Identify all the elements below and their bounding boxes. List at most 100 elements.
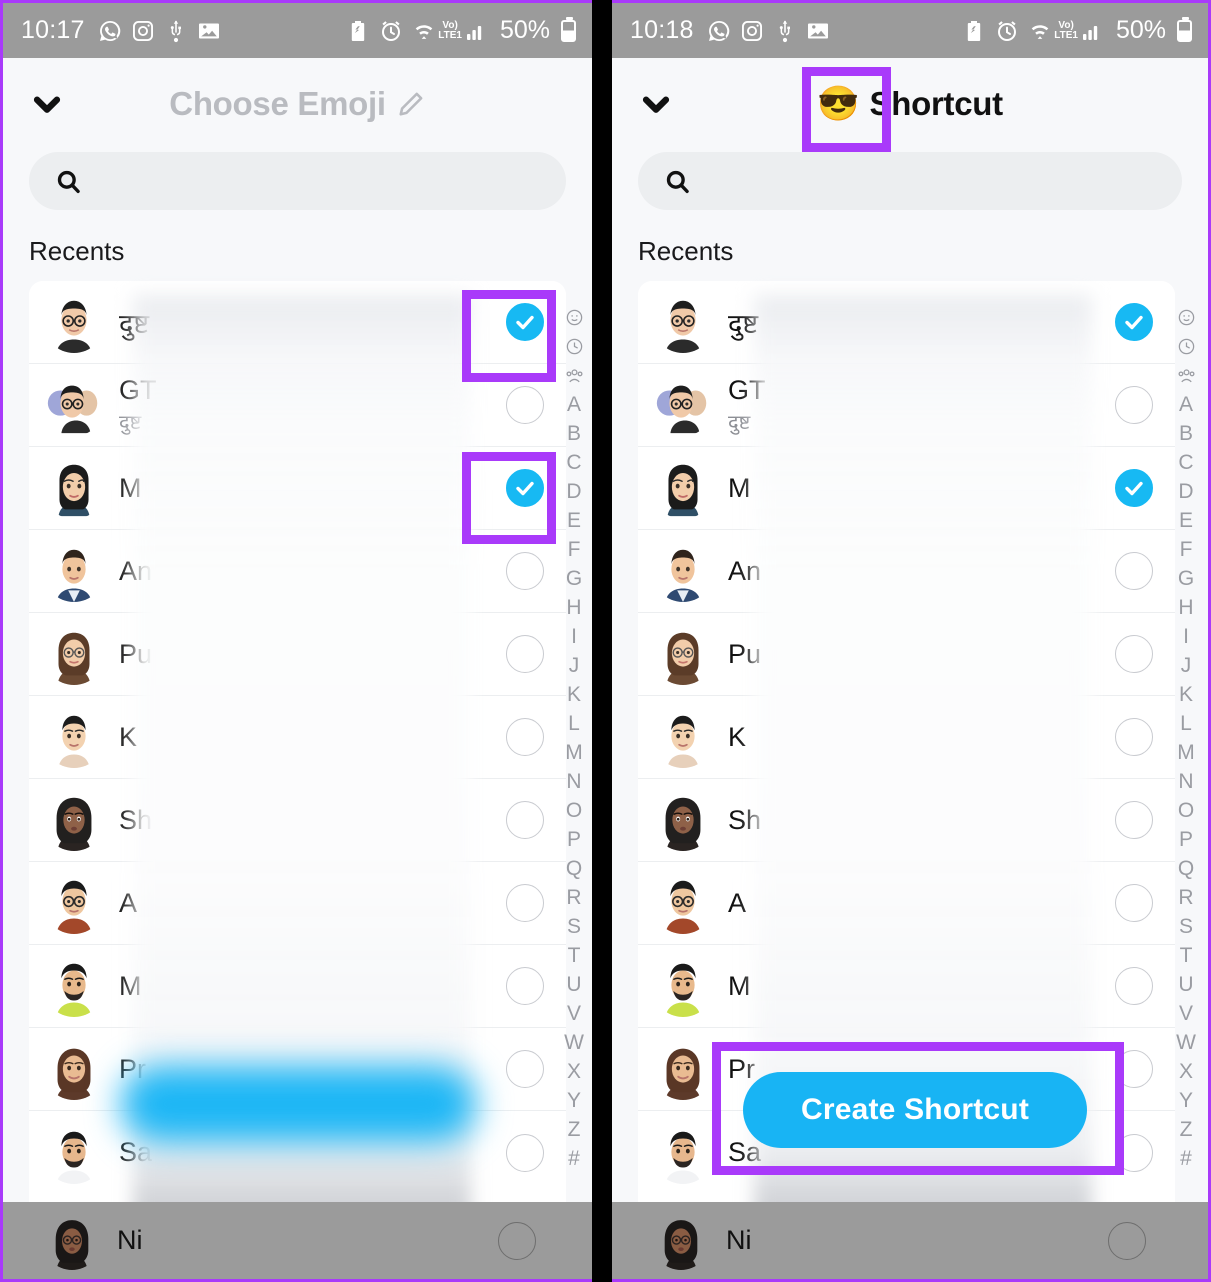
table-row[interactable]: K <box>29 696 566 779</box>
table-row[interactable]: M <box>638 447 1175 530</box>
alpha-index-item[interactable]: M <box>1170 738 1202 767</box>
checkbox-unselected[interactable] <box>506 386 544 424</box>
checkbox-unselected[interactable] <box>506 718 544 756</box>
create-shortcut-button[interactable]: Create Shortcut <box>743 1072 1087 1148</box>
alpha-index-item[interactable]: L <box>1170 709 1202 738</box>
checkbox-unselected[interactable] <box>1115 552 1153 590</box>
search-bar[interactable] <box>29 152 566 210</box>
search-bar[interactable] <box>638 152 1182 210</box>
checkbox-unselected[interactable] <box>506 552 544 590</box>
table-row[interactable]: Sh <box>638 779 1175 862</box>
alpha-index-item[interactable]: U <box>558 970 590 999</box>
table-row[interactable]: Sh <box>29 779 566 862</box>
pencil-icon[interactable] <box>396 89 426 119</box>
search-input[interactable] <box>705 168 1156 194</box>
alpha-index-item[interactable]: G <box>558 564 590 593</box>
checkbox-unselected[interactable] <box>506 635 544 673</box>
alpha-index[interactable]: A B C D E F G H I J K L M N O P Q R S T … <box>558 303 590 1173</box>
smiley-icon[interactable] <box>1170 303 1202 332</box>
alpha-index-item[interactable]: I <box>558 622 590 651</box>
alpha-index-item[interactable]: F <box>1170 535 1202 564</box>
table-row[interactable]: GT दुष्ट <box>29 364 566 447</box>
table-row[interactable]: M <box>638 945 1175 1028</box>
alpha-index-item[interactable]: Q <box>558 854 590 883</box>
selected-emoji[interactable]: 😎 <box>817 87 859 121</box>
alpha-index-item[interactable]: V <box>1170 999 1202 1028</box>
alpha-index-item[interactable]: I <box>1170 622 1202 651</box>
alpha-index-item[interactable]: W <box>1170 1028 1202 1057</box>
alpha-index-item[interactable]: Q <box>1170 854 1202 883</box>
alpha-index-item[interactable]: S <box>558 912 590 941</box>
search-input[interactable] <box>96 168 540 194</box>
table-row[interactable]: An <box>29 530 566 613</box>
table-row[interactable]: Pu <box>29 613 566 696</box>
alpha-index-item[interactable]: R <box>558 883 590 912</box>
alpha-index-item[interactable]: K <box>558 680 590 709</box>
table-row[interactable]: A <box>638 862 1175 945</box>
table-row[interactable]: Sa <box>29 1111 566 1194</box>
chevron-down-icon[interactable] <box>636 84 676 124</box>
alpha-index-item[interactable]: N <box>1170 767 1202 796</box>
checkbox-unselected[interactable] <box>1115 1133 1153 1172</box>
bottom-partial-row[interactable]: Ni <box>3 1202 592 1279</box>
alpha-index-item[interactable]: F <box>558 535 590 564</box>
alpha-index-item[interactable]: Z <box>558 1115 590 1144</box>
group-icon[interactable] <box>558 361 590 390</box>
table-row[interactable]: GT दुष्ट <box>638 364 1175 447</box>
alpha-index-item[interactable]: X <box>1170 1057 1202 1086</box>
alpha-index-item[interactable]: L <box>558 709 590 738</box>
alpha-index-item[interactable]: V <box>558 999 590 1028</box>
table-row[interactable]: M <box>29 447 566 530</box>
alpha-index-item[interactable]: J <box>1170 651 1202 680</box>
checkbox-unselected[interactable] <box>1115 1050 1153 1088</box>
clock-icon[interactable] <box>558 332 590 361</box>
table-row[interactable]: K <box>638 696 1175 779</box>
clock-icon[interactable] <box>1170 332 1202 361</box>
chevron-down-icon[interactable] <box>27 84 67 124</box>
alpha-index[interactable]: A B C D E F G H I J K L M N O P Q R S T … <box>1170 303 1202 1173</box>
smiley-icon[interactable] <box>558 303 590 332</box>
bottom-partial-row[interactable]: Ni <box>612 1202 1208 1279</box>
checkbox-unselected[interactable] <box>506 1050 544 1088</box>
alpha-index-item[interactable]: N <box>558 767 590 796</box>
checkbox-unselected[interactable] <box>1115 386 1153 424</box>
checkbox-unselected[interactable] <box>1115 884 1153 922</box>
table-row[interactable]: M <box>29 945 566 1028</box>
checkbox-unselected[interactable] <box>506 967 544 1005</box>
table-row[interactable]: Pu <box>638 613 1175 696</box>
alpha-index-item[interactable]: G <box>1170 564 1202 593</box>
checkbox-unselected[interactable] <box>1115 967 1153 1005</box>
alpha-index-item[interactable]: U <box>1170 970 1202 999</box>
alpha-index-item[interactable]: Y <box>558 1086 590 1115</box>
alpha-index-item[interactable]: X <box>558 1057 590 1086</box>
checkbox-selected[interactable] <box>1115 303 1153 341</box>
alpha-index-item[interactable]: M <box>558 738 590 767</box>
alpha-index-item[interactable]: K <box>1170 680 1202 709</box>
alpha-index-item[interactable]: D <box>558 477 590 506</box>
alpha-index-item[interactable]: T <box>558 941 590 970</box>
alpha-index-item[interactable]: C <box>1170 448 1202 477</box>
alpha-index-item[interactable]: Y <box>1170 1086 1202 1115</box>
table-row[interactable]: An <box>638 530 1175 613</box>
checkbox-unselected[interactable] <box>1115 718 1153 756</box>
contact-list[interactable]: दुष्ट GT दुष्ट M An Pu K Sh A M Pr Sa <box>29 281 566 1234</box>
checkbox-selected[interactable] <box>1115 469 1153 507</box>
alpha-index-item[interactable]: E <box>1170 506 1202 535</box>
alpha-index-item[interactable]: # <box>1170 1144 1202 1173</box>
group-icon[interactable] <box>1170 361 1202 390</box>
alpha-index-item[interactable]: J <box>558 651 590 680</box>
alpha-index-item[interactable]: W <box>558 1028 590 1057</box>
alpha-index-item[interactable]: S <box>1170 912 1202 941</box>
table-row[interactable]: दुष्ट <box>638 281 1175 364</box>
checkbox-unselected[interactable] <box>506 801 544 839</box>
alpha-index-item[interactable]: A <box>558 390 590 419</box>
checkbox-unselected[interactable] <box>506 884 544 922</box>
alpha-index-item[interactable]: D <box>1170 477 1202 506</box>
table-row[interactable]: Pr <box>29 1028 566 1111</box>
alpha-index-item[interactable]: C <box>558 448 590 477</box>
alpha-index-item[interactable]: P <box>1170 825 1202 854</box>
checkbox-selected[interactable] <box>506 303 544 341</box>
checkbox-unselected[interactable] <box>498 1221 536 1260</box>
alpha-index-item[interactable]: A <box>1170 390 1202 419</box>
checkbox-unselected[interactable] <box>1115 635 1153 673</box>
